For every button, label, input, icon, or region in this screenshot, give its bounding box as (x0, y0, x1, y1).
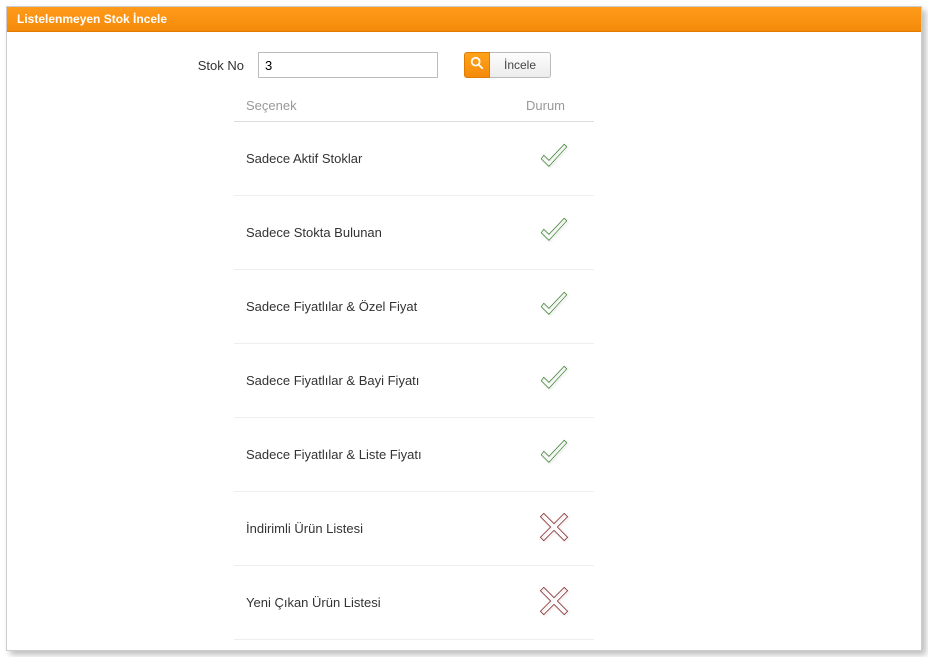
status-cell (514, 492, 594, 566)
incele-button[interactable]: İncele (490, 52, 551, 78)
column-header-option: Seçenek (234, 90, 514, 122)
status-cell (514, 122, 594, 196)
table-row: Sadece Fiyatlılar & Özel Fiyat (234, 270, 594, 344)
status-cell (514, 270, 594, 344)
option-cell: Sadece Fiyatlılar & Bayi Fiyatı (234, 344, 514, 418)
search-icon-button[interactable] (464, 52, 490, 78)
table-row: Sadece Aktif Stoklar (234, 122, 594, 196)
stok-no-label: Stok No (184, 58, 244, 73)
window-title: Listelenmeyen Stok İncele (7, 7, 921, 32)
search-row: Stok No İncele (184, 52, 744, 78)
option-cell: Yeni Çıkan Ürün Listesi (234, 566, 514, 640)
status-cell (514, 418, 594, 492)
check-icon (537, 236, 571, 251)
table-row: Sadece Fiyatlılar & Bayi Fiyatı (234, 344, 594, 418)
search-icon (470, 56, 484, 75)
check-icon (537, 384, 571, 399)
window: Listelenmeyen Stok İncele Stok No İnc (6, 6, 922, 651)
status-cell (514, 344, 594, 418)
table-row: Sadece Stokta Bulunan (234, 196, 594, 270)
option-cell: Sadece Aktif Stoklar (234, 122, 514, 196)
check-icon (537, 162, 571, 177)
check-icon (537, 310, 571, 325)
check-icon (537, 458, 571, 473)
options-table: Seçenek Durum Sadece Aktif StoklarSadece… (234, 90, 594, 640)
content-area: Stok No İncele (7, 32, 921, 650)
table-row: İndirimli Ürün Listesi (234, 492, 594, 566)
option-cell: İndirimli Ürün Listesi (234, 492, 514, 566)
table-row: Sadece Fiyatlılar & Liste Fiyatı (234, 418, 594, 492)
option-cell: Sadece Stokta Bulunan (234, 196, 514, 270)
table-row: Yeni Çıkan Ürün Listesi (234, 566, 594, 640)
option-cell: Sadece Fiyatlılar & Liste Fiyatı (234, 418, 514, 492)
stok-no-input[interactable] (258, 52, 438, 78)
column-header-status: Durum (514, 90, 594, 122)
option-cell: Sadece Fiyatlılar & Özel Fiyat (234, 270, 514, 344)
status-cell (514, 566, 594, 640)
status-cell (514, 196, 594, 270)
cross-icon (537, 532, 571, 547)
cross-icon (537, 606, 571, 621)
